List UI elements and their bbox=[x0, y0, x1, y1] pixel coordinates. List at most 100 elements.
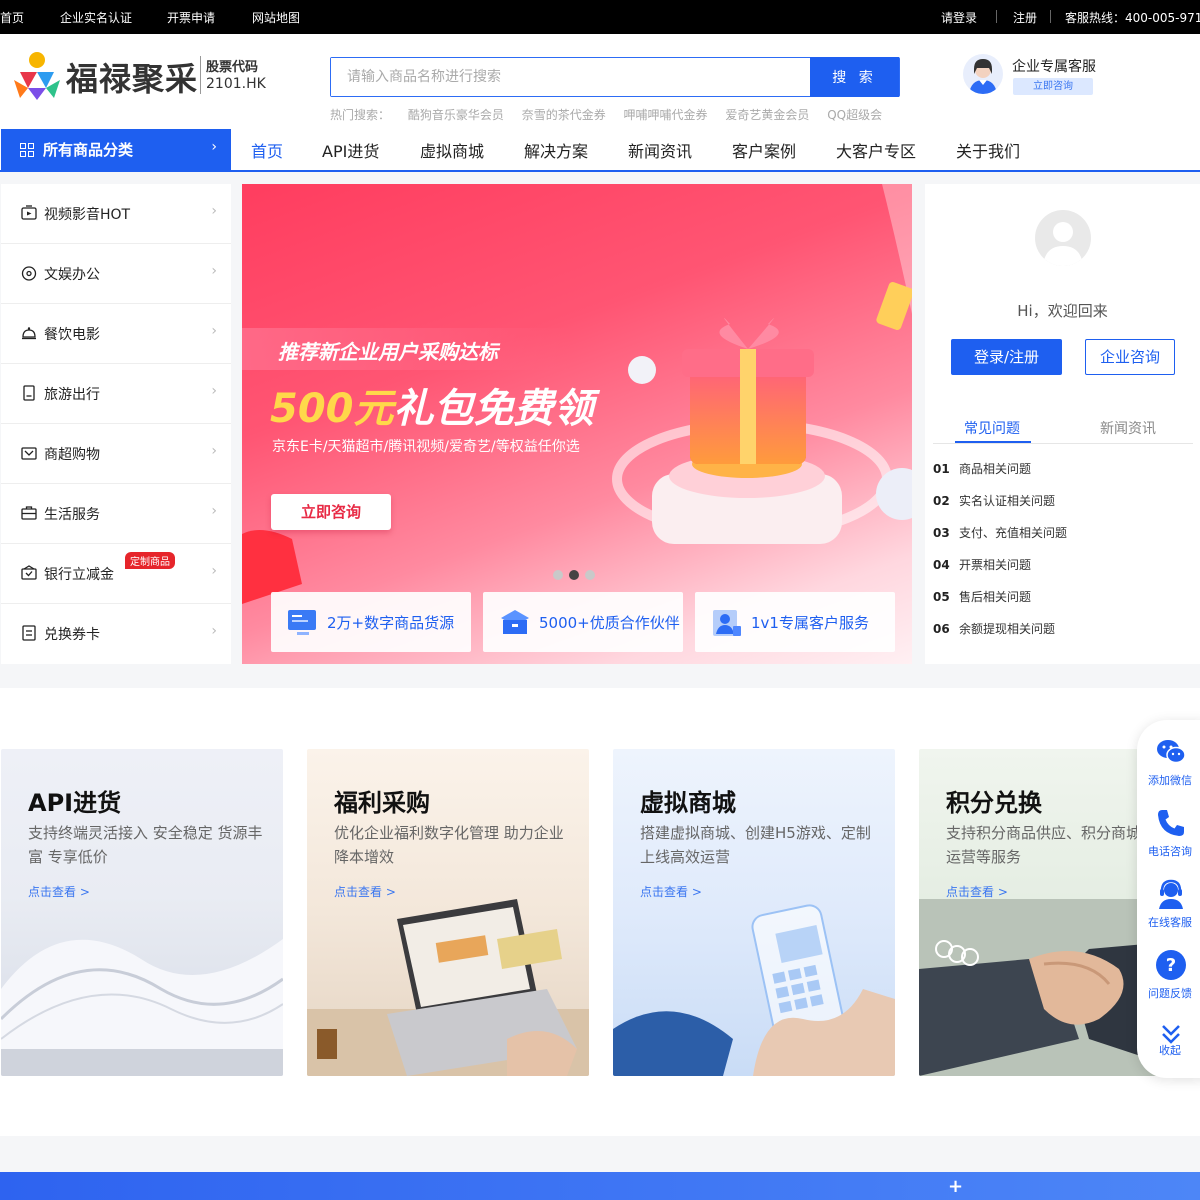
card-link[interactable]: 点击查看 > bbox=[640, 883, 702, 900]
faq-item[interactable]: 02 实名认证相关问题 bbox=[933, 492, 1055, 509]
category-item-shopping[interactable]: 商超购物 › bbox=[1, 424, 231, 484]
svg-text:?: ? bbox=[1166, 955, 1176, 976]
chevron-right-icon: › bbox=[211, 139, 217, 155]
nav-item-virtual-mall[interactable]: 虚拟商城 bbox=[420, 138, 484, 162]
wallet-icon bbox=[21, 565, 37, 580]
phone-hand-image bbox=[613, 904, 895, 1076]
site-logo[interactable]: 福禄聚采 股票代码 2101.HK bbox=[12, 48, 272, 102]
faq-item[interactable]: 05 售后相关问题 bbox=[933, 588, 1031, 605]
float-label: 添加微信 bbox=[1148, 774, 1192, 787]
service-card-virtual-mall[interactable]: 虚拟商城 搭建虚拟商城、创建H5游戏、定制上线高效运营 点击查看 > bbox=[613, 749, 895, 1076]
all-categories-button[interactable]: 所有商品分类 › bbox=[1, 129, 231, 171]
nav-item-key-accounts[interactable]: 大客户专区 bbox=[836, 138, 916, 162]
section-divider bbox=[0, 1136, 1200, 1172]
category-item-entertainment[interactable]: 文娱办公 › bbox=[1, 244, 231, 304]
category-item-dining[interactable]: 餐饮电影 › bbox=[1, 304, 231, 364]
hot-term[interactable]: 爱奇艺黄金会员 bbox=[725, 108, 809, 122]
search-box: 搜 索 bbox=[330, 57, 900, 97]
chevron-right-icon: › bbox=[211, 563, 217, 579]
search-input[interactable] bbox=[331, 58, 811, 96]
service-card-welfare[interactable]: 福利采购 优化企业福利数字化管理 助力企业降本增效 点击查看 > bbox=[307, 749, 589, 1076]
hot-search: 热门搜索： 酷狗音乐豪华会员 奈雪的茶代金券 呷哺呷哺代金券 爱奇艺黄金会员 Q… bbox=[330, 106, 896, 123]
plus-icon: + bbox=[948, 1176, 964, 1197]
card-link[interactable]: 点击查看 > bbox=[946, 883, 1008, 900]
info-tabs: 常见问题 新闻资讯 bbox=[933, 416, 1193, 444]
category-label: 旅游出行 bbox=[44, 387, 100, 403]
top-link-verify[interactable]: 企业实名认证 bbox=[60, 9, 132, 26]
hot-term[interactable]: 酷狗音乐豪华会员 bbox=[408, 108, 504, 122]
nav-item-about[interactable]: 关于我们 bbox=[956, 138, 1020, 162]
hot-term[interactable]: 奈雪的茶代金券 bbox=[522, 108, 606, 122]
laptop-image bbox=[307, 899, 589, 1076]
search-button[interactable]: 搜 索 bbox=[810, 57, 899, 97]
register-link[interactable]: 注册 bbox=[1013, 9, 1037, 26]
service-card-api[interactable]: API进货 支持终端灵活接入 安全稳定 货源丰富 专享低价 点击查看 > bbox=[1, 749, 283, 1076]
architecture-image bbox=[1, 939, 283, 1076]
nav-item-api[interactable]: API进货 bbox=[322, 138, 379, 162]
box-stack-icon bbox=[501, 610, 529, 634]
faq-number: 04 bbox=[933, 558, 950, 572]
banner-description: 京东E卡/天猫超市/腾讯视频/爱奇艺/等权益任你选 bbox=[272, 439, 580, 455]
promo-banner[interactable]: 推荐新企业用户采购达标 500元礼包免费领 京东E卡/天猫超市/腾讯视频/爱奇艺… bbox=[242, 184, 912, 664]
top-link-home[interactable]: 首页 bbox=[0, 9, 24, 26]
card-link[interactable]: 点击查看 > bbox=[334, 883, 396, 900]
faq-number: 02 bbox=[933, 494, 950, 508]
grid-icon bbox=[20, 143, 34, 157]
carousel-dot-active[interactable] bbox=[569, 570, 579, 580]
feature-partners: 5000+优质合作伙伴 bbox=[483, 592, 683, 652]
user-panel: Hi，欢迎回来 登录/注册 企业咨询 常见问题 新闻资讯 01 商品相关问题 02… bbox=[925, 184, 1200, 664]
logo-divider bbox=[200, 56, 201, 94]
chevron-right-icon: › bbox=[211, 443, 217, 459]
feature-service: 1v1专属客户服务 bbox=[695, 592, 895, 652]
hot-term[interactable]: 呷哺呷哺代金券 bbox=[624, 108, 708, 122]
login-register-button[interactable]: 登录/注册 bbox=[951, 339, 1062, 375]
category-item-life-service[interactable]: 生活服务 › bbox=[1, 484, 231, 544]
faq-text: 余额提现相关问题 bbox=[959, 622, 1056, 636]
faq-item[interactable]: 04 开票相关问题 bbox=[933, 556, 1031, 573]
faq-text: 商品相关问题 bbox=[959, 462, 1032, 476]
category-item-bank[interactable]: 银行立减金 定制商品 › bbox=[1, 544, 231, 604]
nav-item-solutions[interactable]: 解决方案 bbox=[524, 138, 588, 162]
service-consult-button[interactable]: 立即咨询 bbox=[1013, 78, 1093, 95]
faq-item[interactable]: 01 商品相关问题 bbox=[933, 460, 1031, 477]
tab-faq[interactable]: 常见问题 bbox=[964, 418, 1020, 438]
category-item-video[interactable]: 视频影音HOT › bbox=[1, 184, 231, 244]
banner-title-rest: 礼包免费领 bbox=[393, 386, 594, 432]
hot-term[interactable]: QQ超级会 bbox=[827, 108, 882, 122]
chevron-right-icon: › bbox=[211, 503, 217, 519]
login-link[interactable]: 请登录 bbox=[941, 9, 977, 26]
faq-item[interactable]: 03 支付、充值相关问题 bbox=[933, 524, 1067, 541]
category-item-voucher[interactable]: 兑换券卡 › bbox=[1, 604, 231, 664]
welcome-text: Hi，欢迎回来 bbox=[1017, 302, 1108, 320]
enterprise-consult-button[interactable]: 企业咨询 bbox=[1085, 339, 1175, 375]
carousel-dot[interactable] bbox=[553, 570, 563, 580]
user-card-icon bbox=[713, 610, 741, 636]
category-item-travel[interactable]: 旅游出行 › bbox=[1, 364, 231, 424]
feature-text: 2万+数字商品货源 bbox=[327, 614, 455, 632]
top-link-sitemap[interactable]: 网站地图 bbox=[252, 9, 300, 26]
nav-item-home[interactable]: 首页 bbox=[251, 138, 283, 162]
phone-icon bbox=[1158, 810, 1184, 836]
nav-item-news[interactable]: 新闻资讯 bbox=[628, 138, 692, 162]
wechat-icon bbox=[1157, 740, 1186, 764]
banner-subtitle: 推荐新企业用户采购达标 bbox=[278, 340, 498, 364]
tab-news[interactable]: 新闻资讯 bbox=[1100, 418, 1156, 438]
video-icon bbox=[21, 205, 37, 220]
carousel-dot[interactable] bbox=[585, 570, 595, 580]
enterprise-service[interactable]: 企业专属客服 立即咨询 bbox=[963, 54, 1103, 98]
card-description: 支持终端灵活接入 安全稳定 货源丰富 专享低价 bbox=[28, 824, 263, 866]
faq-text: 支付、充值相关问题 bbox=[959, 526, 1068, 540]
card-description: 优化企业福利数字化管理 助力企业降本增效 bbox=[334, 824, 564, 866]
card-title: 虚拟商城 bbox=[640, 789, 736, 817]
service-title: 企业专属客服 bbox=[1012, 59, 1096, 75]
chevron-right-icon: › bbox=[211, 323, 217, 339]
banner-title: 500元礼包免费领 bbox=[270, 376, 594, 434]
top-link-invoice[interactable]: 开票申请 bbox=[167, 9, 215, 26]
feature-text: 5000+优质合作伙伴 bbox=[539, 614, 680, 632]
faq-item[interactable]: 06 余额提现相关问题 bbox=[933, 620, 1055, 637]
service-agent-avatar bbox=[963, 54, 1003, 94]
card-link[interactable]: 点击查看 > bbox=[28, 883, 90, 900]
question-icon: ? bbox=[1156, 950, 1186, 980]
nav-item-cases[interactable]: 客户案例 bbox=[732, 138, 796, 162]
banner-consult-button[interactable]: 立即咨询 bbox=[271, 494, 391, 530]
